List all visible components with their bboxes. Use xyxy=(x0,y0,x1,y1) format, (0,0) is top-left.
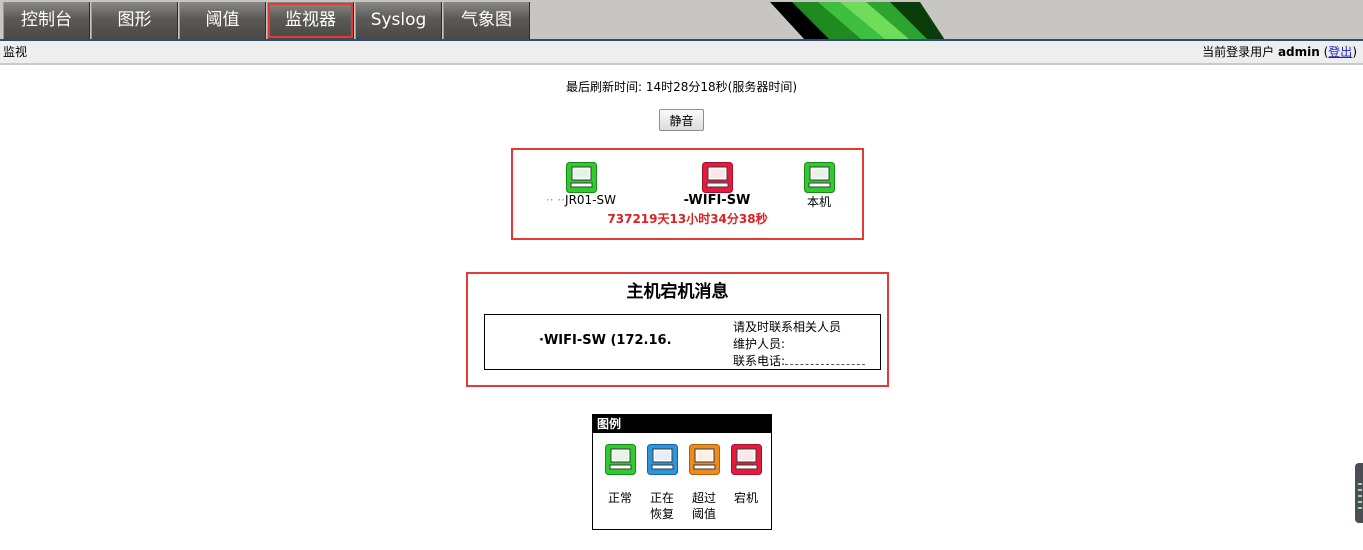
monitor-threshold-icon xyxy=(688,444,720,475)
legend-item: 正常 xyxy=(603,444,637,506)
downtime-duration: 737219天13小时34分38秒 xyxy=(607,212,768,226)
host-item[interactable]: -WIFI-SW xyxy=(667,162,767,208)
logout-link[interactable]: 登出 xyxy=(1328,45,1352,59)
legend-label: 超过阈值 xyxy=(691,491,716,521)
host-label: ·· ··JR01-SW xyxy=(545,193,617,207)
tab-console[interactable]: 控制台 xyxy=(3,2,90,39)
tab-thresholds[interactable]: 阈值 xyxy=(179,2,266,39)
mute-button[interactable]: 静音 xyxy=(659,109,704,131)
legend-item: 正在恢复 xyxy=(645,444,679,522)
tab-syslog[interactable]: Syslog xyxy=(355,2,442,39)
header-decoration-image xyxy=(770,2,945,40)
breadcrumb: 监视 xyxy=(3,45,28,59)
legend-label: 正常 xyxy=(607,491,632,505)
contact-instruction: 请及时联系相关人员 xyxy=(733,320,842,334)
side-widget-handle[interactable] xyxy=(1355,463,1363,523)
legend-item: 宕机 xyxy=(729,444,763,506)
legend-label: 正在恢复 xyxy=(649,491,674,521)
host-label: -WIFI-SW xyxy=(683,193,751,208)
host-item[interactable]: 本机 xyxy=(789,162,849,210)
monitor-normal-icon xyxy=(565,162,597,193)
message-title: 主机宕机消息 xyxy=(626,282,729,302)
host-down-message-panel: 主机宕机消息 ·WIFI-SW (172.16. 请及时联系相关人员 维护人员:… xyxy=(466,272,889,387)
user-info: 当前登录用户 admin (登出) xyxy=(1202,41,1357,64)
last-refresh-time: 最后刷新时间: 14时28分18秒(服务器时间) xyxy=(565,80,798,94)
tab-graphs[interactable]: 图形 xyxy=(91,2,178,39)
breadcrumb-bar: 监视 当前登录用户 admin (登出) xyxy=(0,41,1363,65)
username: admin xyxy=(1277,45,1320,59)
monitor-normal-icon xyxy=(604,444,636,475)
phone-row: 联系电话: xyxy=(733,353,866,370)
message-box: ·WIFI-SW (172.16. 请及时联系相关人员 维护人员: 联系电话: xyxy=(484,314,881,370)
host-item[interactable]: ·· ··JR01-SW xyxy=(531,162,631,207)
down-host-address: ·WIFI-SW (172.16. xyxy=(539,333,672,348)
host-label: 本机 xyxy=(806,195,831,209)
logout-paren-close: ) xyxy=(1352,45,1357,59)
user-prefix: 当前登录用户 xyxy=(1202,45,1275,59)
legend-label: 宕机 xyxy=(733,491,758,505)
phone-label: 联系电话: xyxy=(733,354,786,368)
legend-title: 图例 xyxy=(593,415,771,433)
legend: 图例 正常 正在恢复 超过阈值 宕机 xyxy=(592,414,772,530)
device-panel: ·· ··JR01-SW -WIFI-SW 本机 737219天13小时34分3… xyxy=(511,148,864,240)
tab-weathermap[interactable]: 气象图 xyxy=(443,2,530,39)
legend-item: 超过阈值 xyxy=(687,444,721,522)
maintainer-row: 维护人员: xyxy=(733,336,865,353)
contact-note: 请及时联系相关人员 维护人员: 联系电话: xyxy=(733,319,866,370)
monitor-recovering-icon xyxy=(646,444,678,475)
tab-monitor[interactable]: 监视器 xyxy=(267,2,354,39)
top-navigation: 控制台 图形 阈值 监视器 Syslog 气象图 xyxy=(0,0,1363,41)
monitor-down-icon xyxy=(730,444,762,475)
maintainer-label: 维护人员: xyxy=(733,337,786,351)
monitor-normal-icon xyxy=(803,162,835,193)
monitor-down-icon xyxy=(701,162,733,193)
